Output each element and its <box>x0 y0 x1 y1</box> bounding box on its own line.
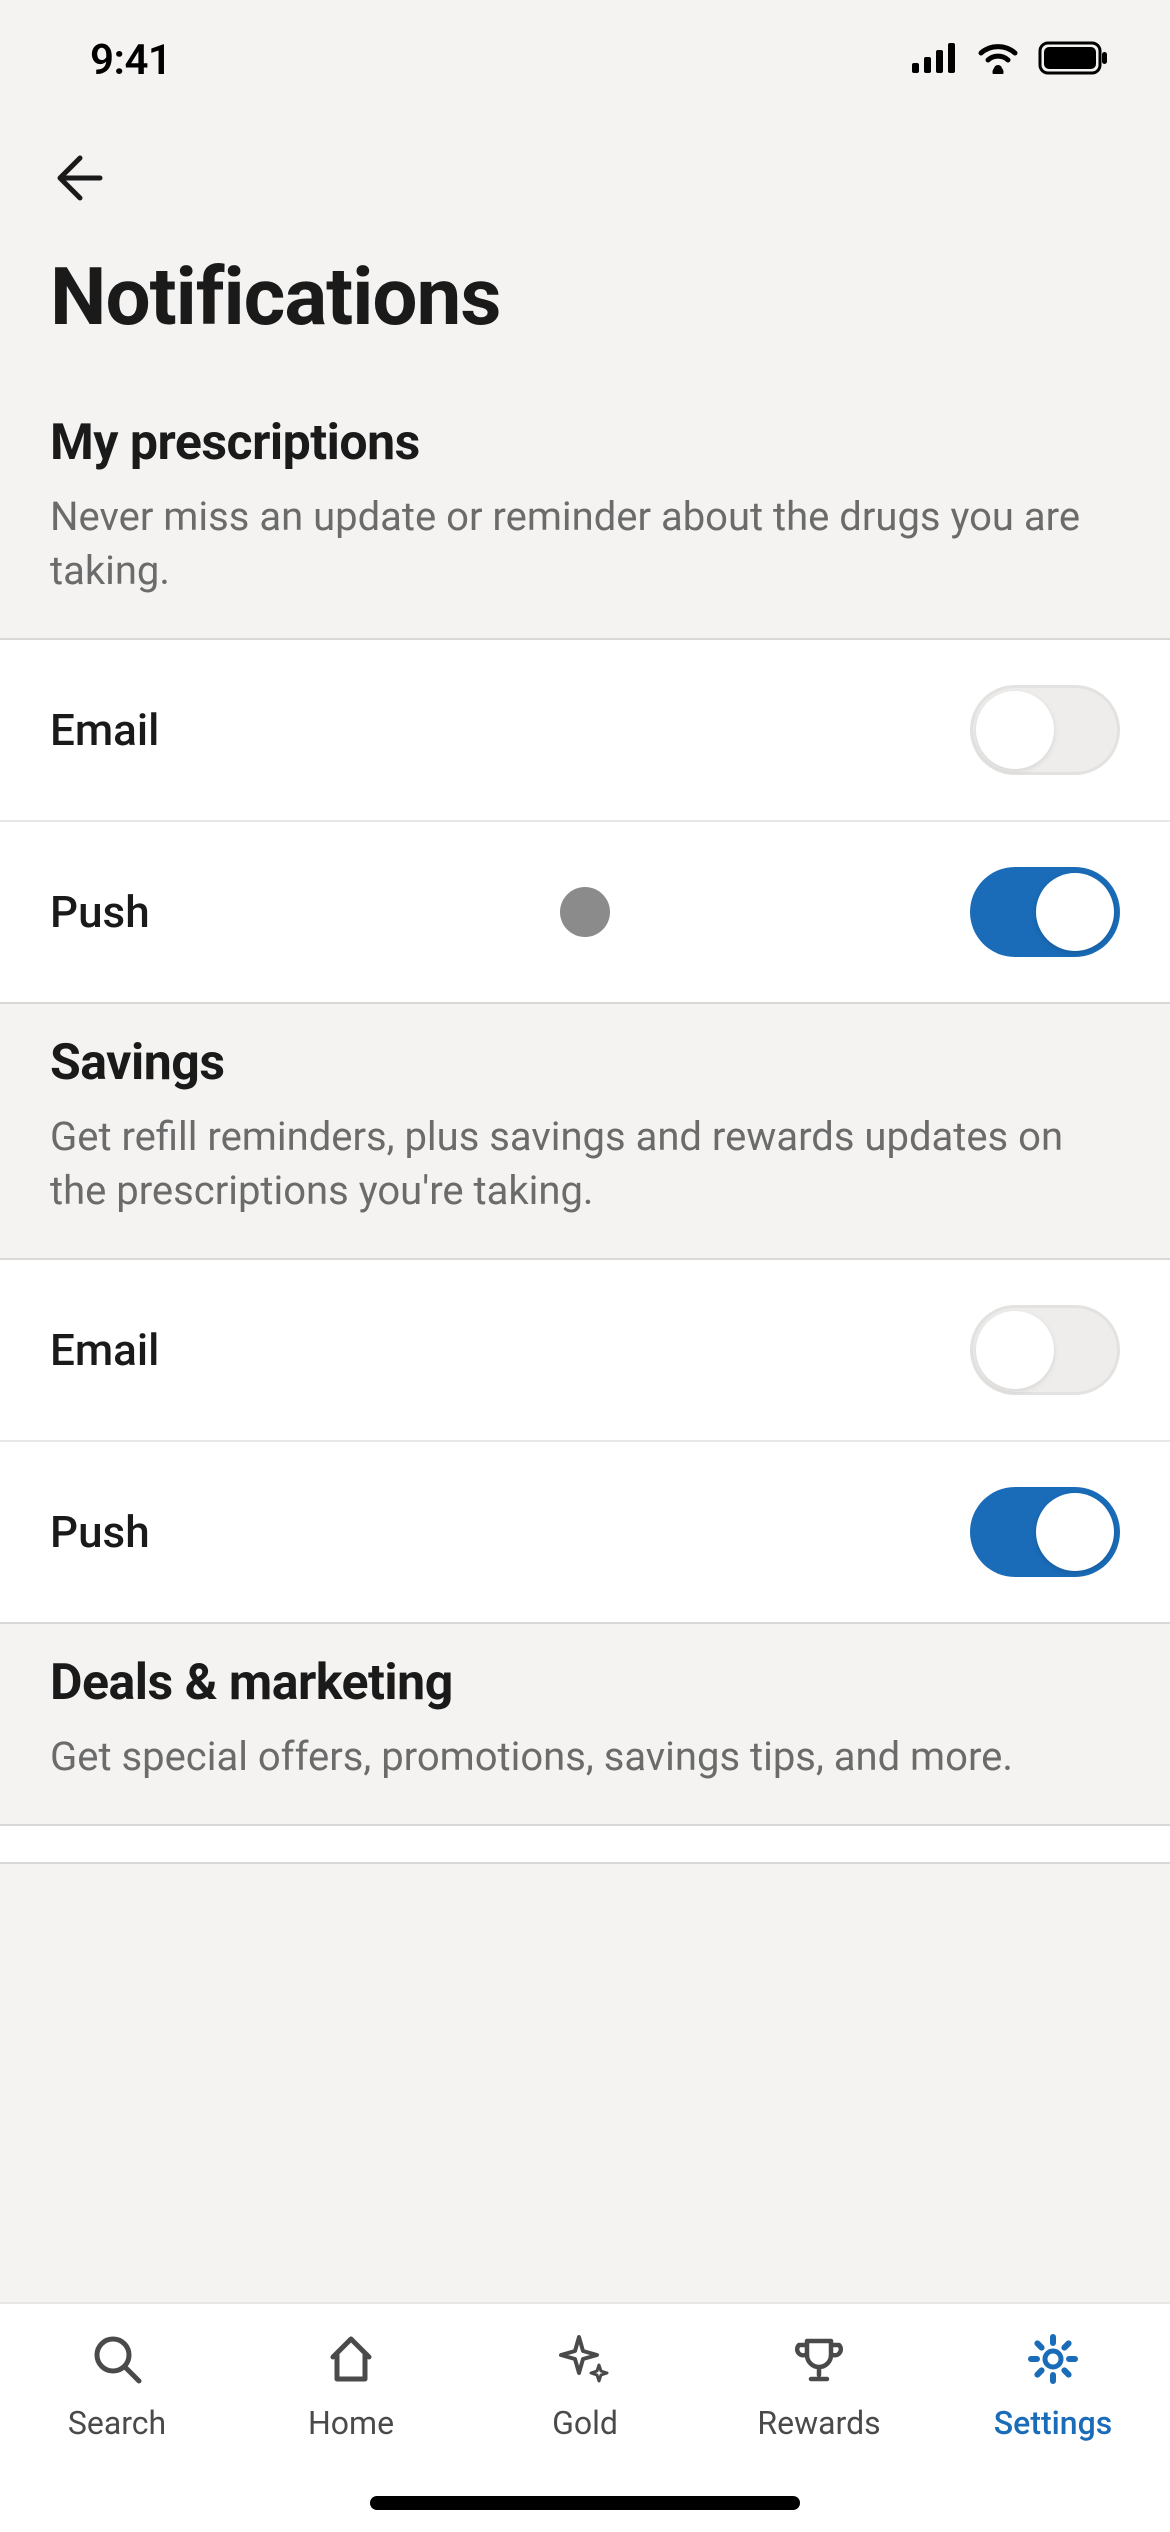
switch-knob <box>1036 1493 1114 1571</box>
section-desc: Get special offers, promotions, savings … <box>50 1730 1120 1784</box>
status-bar: 9:41 <box>0 0 1170 110</box>
arrow-left-icon <box>50 150 106 206</box>
nav-settings[interactable]: Settings <box>953 2329 1153 2532</box>
switch-knob <box>976 691 1054 769</box>
toggle-row-email: Email <box>0 640 1170 820</box>
email-toggle-switch[interactable] <box>970 685 1120 775</box>
toggle-label: Push <box>50 1506 150 1558</box>
home-icon <box>321 2329 381 2389</box>
nav-search[interactable]: Search <box>17 2329 217 2532</box>
section-desc: Never miss an update or reminder about t… <box>50 490 1120 598</box>
status-time: 9:41 <box>90 36 171 85</box>
section-desc: Get refill reminders, plus savings and r… <box>50 1110 1120 1218</box>
section-header-prescriptions: My prescriptions Never miss an update or… <box>0 384 1170 638</box>
toggle-row-push: Push <box>0 1440 1170 1622</box>
toggle-list-deals <box>0 1824 1170 1864</box>
push-toggle-switch[interactable] <box>970 1487 1120 1577</box>
battery-icon <box>1038 41 1110 79</box>
cursor-indicator <box>560 887 610 937</box>
switch-knob <box>1036 873 1114 951</box>
section-header-deals: Deals & marketing Get special offers, pr… <box>0 1624 1170 1824</box>
home-indicator[interactable] <box>370 2496 800 2510</box>
section-title: My prescriptions <box>50 414 1120 472</box>
toggle-label: Push <box>50 886 150 938</box>
gear-icon <box>1023 2329 1083 2389</box>
page-title: Notifications <box>0 240 1170 384</box>
section-header-savings: Savings Get refill reminders, plus savin… <box>0 1004 1170 1258</box>
toggle-list-prescriptions: Email Push <box>0 638 1170 1004</box>
wifi-icon <box>976 42 1020 78</box>
toggle-label: Email <box>50 1324 159 1376</box>
toggle-list-savings: Email Push <box>0 1258 1170 1624</box>
sparkle-icon <box>555 2329 615 2389</box>
back-button[interactable] <box>0 110 1170 240</box>
toggle-label: Email <box>50 704 159 756</box>
section-title: Deals & marketing <box>50 1654 1120 1712</box>
toggle-row-email: Email <box>0 1260 1170 1440</box>
cellular-icon <box>912 43 958 77</box>
nav-label: Search <box>68 2404 166 2442</box>
toggle-row-push: Push <box>0 820 1170 1002</box>
search-icon <box>87 2329 147 2389</box>
trophy-icon <box>789 2329 849 2389</box>
nav-label: Home <box>308 2404 394 2442</box>
nav-label: Settings <box>994 2404 1112 2442</box>
nav-label: Gold <box>552 2404 618 2442</box>
switch-knob <box>976 1311 1054 1389</box>
push-toggle-switch[interactable] <box>970 867 1120 957</box>
section-title: Savings <box>50 1034 1120 1092</box>
email-toggle-switch[interactable] <box>970 1305 1120 1395</box>
status-icons <box>912 41 1110 79</box>
nav-label: Rewards <box>757 2404 880 2442</box>
